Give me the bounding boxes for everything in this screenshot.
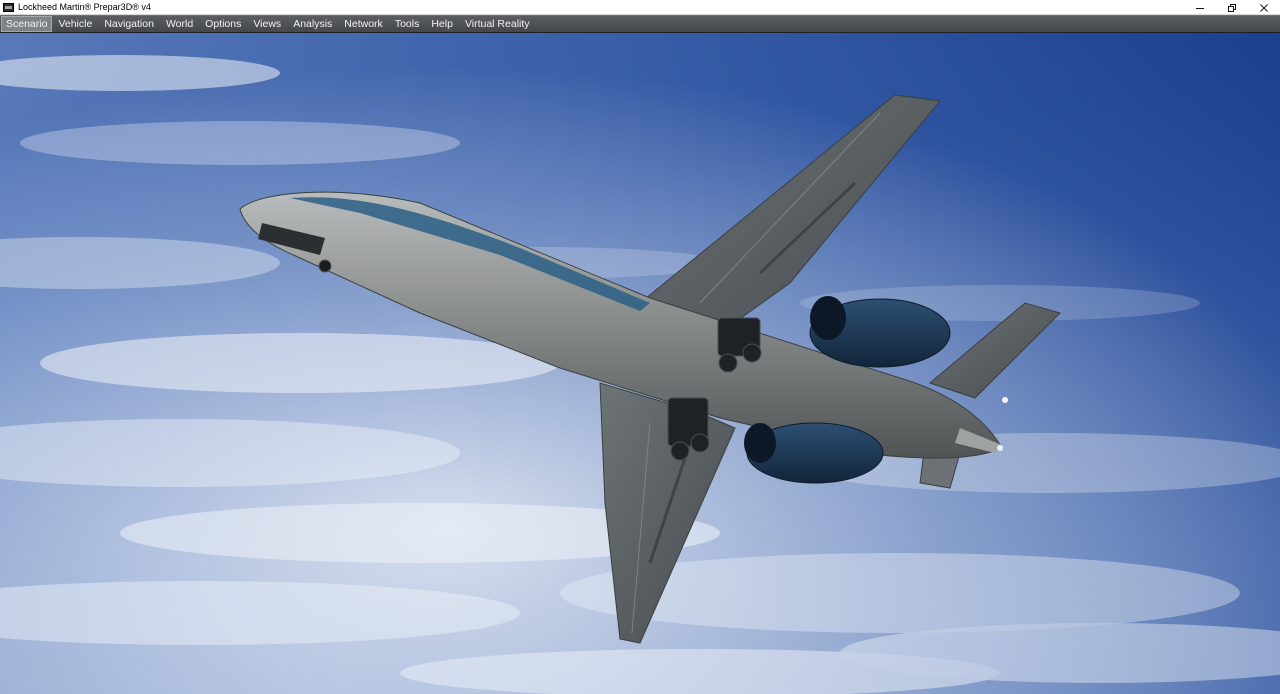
prepar3d-window: Lockheed Martin® Prepar3D® v4 Scenario V…: [0, 0, 1280, 694]
menu-virtual-reality[interactable]: Virtual Reality: [459, 16, 536, 32]
menu-tools[interactable]: Tools: [389, 16, 426, 32]
menu-options[interactable]: Options: [199, 16, 247, 32]
restore-icon: [1228, 3, 1236, 12]
menu-world[interactable]: World: [160, 16, 199, 32]
title-bar[interactable]: Lockheed Martin® Prepar3D® v4: [0, 0, 1280, 15]
menu-bar: Scenario Vehicle Navigation World Option…: [0, 15, 1280, 33]
menu-help[interactable]: Help: [425, 16, 459, 32]
simulation-viewport[interactable]: [0, 33, 1280, 694]
menu-network[interactable]: Network: [338, 16, 389, 32]
minimize-icon: [1196, 7, 1204, 9]
restore-button[interactable]: [1216, 0, 1248, 15]
menu-navigation[interactable]: Navigation: [98, 16, 160, 32]
menu-analysis[interactable]: Analysis: [287, 16, 338, 32]
close-button[interactable]: [1248, 0, 1280, 15]
menu-views[interactable]: Views: [247, 16, 287, 32]
prepar3d-app-icon[interactable]: [3, 2, 14, 12]
minimize-button[interactable]: [1184, 0, 1216, 15]
menu-vehicle[interactable]: Vehicle: [52, 16, 98, 32]
flight-scene: [0, 33, 1280, 694]
close-icon: [1260, 3, 1268, 12]
menu-scenario[interactable]: Scenario: [1, 16, 53, 32]
window-controls: [1184, 0, 1280, 15]
window-title: Lockheed Martin® Prepar3D® v4: [18, 2, 151, 12]
